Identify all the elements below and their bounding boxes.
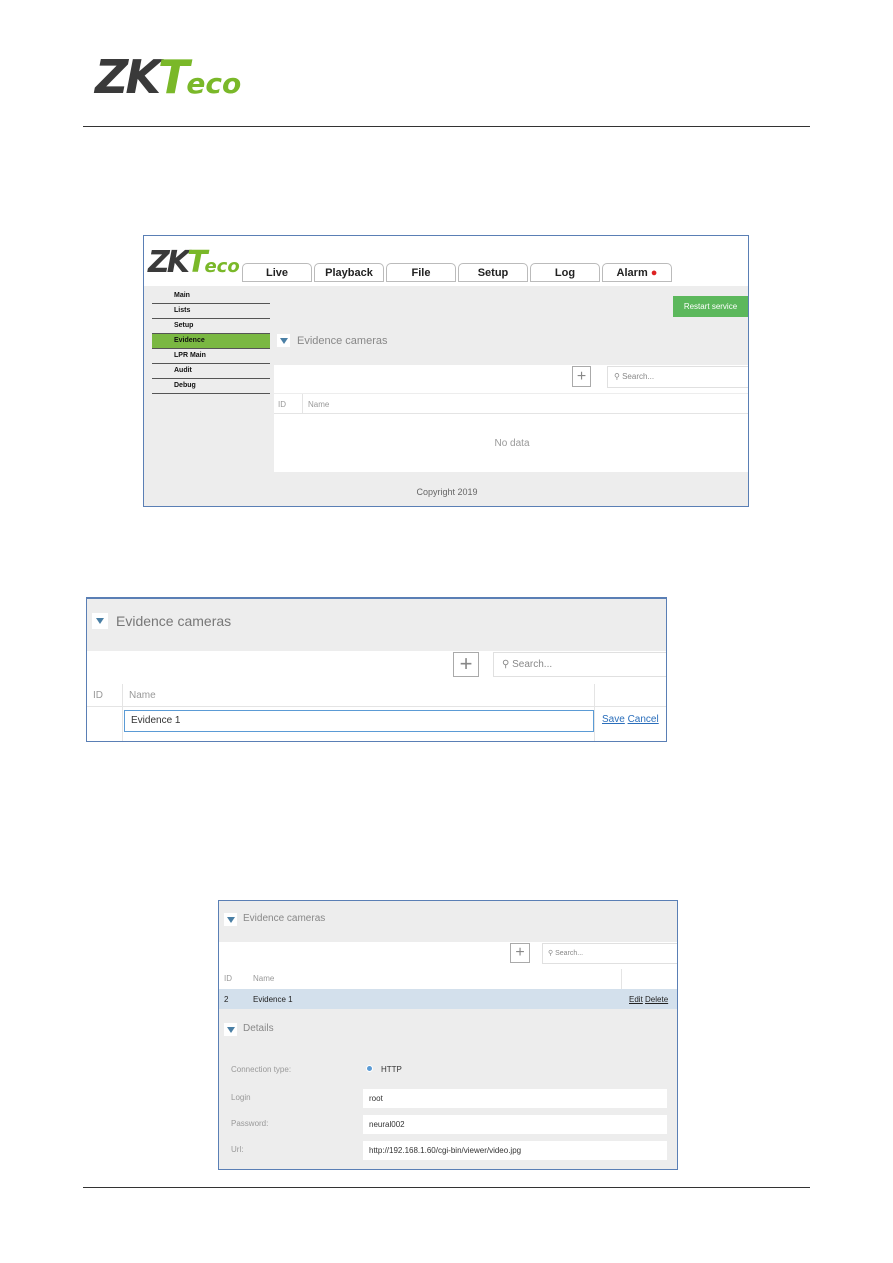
details-title: Details <box>243 1023 274 1034</box>
add-button[interactable]: + <box>510 943 530 963</box>
collapse-toggle[interactable] <box>277 334 290 347</box>
column-header-name: Name <box>129 690 156 701</box>
tab-alarm[interactable]: Alarm ● <box>602 263 672 282</box>
triangle-down-icon <box>226 916 235 923</box>
sidebar-item-main[interactable]: Main <box>152 289 270 304</box>
search-input[interactable]: ⚲ Search... <box>493 652 666 677</box>
row-id: 2 <box>224 995 229 1004</box>
login-input[interactable]: root <box>363 1089 667 1108</box>
screenshot-add-camera: Evidence cameras + ⚲ Search... ID Name E… <box>86 597 667 742</box>
alarm-siren-icon: ● <box>650 267 658 279</box>
connection-type-label: Connection type: <box>231 1065 292 1074</box>
data-table: ID Name No data <box>274 394 748 472</box>
footer-divider <box>83 1187 810 1188</box>
radio-selected-icon <box>366 1065 373 1072</box>
search-icon: ⚲ <box>502 659 510 670</box>
name-input[interactable]: Evidence 1 <box>124 710 594 732</box>
tab-setup[interactable]: Setup <box>458 263 528 282</box>
section-title: Evidence cameras <box>116 613 232 629</box>
edit-link[interactable]: Edit <box>629 995 643 1004</box>
triangle-down-icon <box>226 1026 235 1033</box>
tab-log[interactable]: Log <box>530 263 600 282</box>
section-title: Evidence cameras <box>297 335 388 347</box>
sidebar-item-lists[interactable]: Lists <box>152 304 270 319</box>
table-row[interactable]: 2 Evidence 1 Edit Delete <box>219 989 677 1009</box>
delete-link[interactable]: Delete <box>645 995 668 1004</box>
sidebar-item-lpr-main[interactable]: LPR Main <box>152 349 270 364</box>
screenshot-camera-details: Evidence cameras + ⚲ Search... ID Name 2… <box>218 900 678 1170</box>
url-input[interactable]: http://192.168.1.60/cgi-bin/viewer/video… <box>363 1141 667 1160</box>
column-header-name: Name <box>308 400 330 409</box>
row-name: Evidence 1 <box>253 995 293 1004</box>
password-label: Password: <box>231 1119 269 1128</box>
add-button[interactable]: + <box>453 652 479 677</box>
sidebar-item-setup[interactable]: Setup <box>152 319 270 334</box>
column-header-id: ID <box>224 974 232 983</box>
add-button[interactable]: + <box>572 366 591 387</box>
header-divider <box>83 126 810 127</box>
http-radio[interactable]: HTTP <box>366 1065 402 1074</box>
search-input[interactable]: ⚲ Search... <box>607 366 748 388</box>
tab-file[interactable]: File <box>386 263 456 282</box>
tab-live[interactable]: Live <box>242 263 312 282</box>
details-collapse-toggle[interactable] <box>224 1023 237 1036</box>
sidebar-item-audit[interactable]: Audit <box>152 364 270 379</box>
cancel-link[interactable]: Cancel <box>628 714 659 725</box>
collapse-toggle[interactable] <box>224 913 237 926</box>
data-table: ID Name 2 Evidence 1 Edit Delete <box>219 969 677 1009</box>
triangle-down-icon <box>279 337 288 344</box>
footer-copyright: Copyright 2019 <box>416 487 478 497</box>
column-header-id: ID <box>278 400 286 409</box>
search-icon: ⚲ <box>614 372 620 381</box>
search-input[interactable]: ⚲ Search... <box>542 943 677 964</box>
screenshot-main-evidence: ZKTeco Live Playback File Setup Log Alar… <box>143 235 749 507</box>
page-logo: ZKTeco <box>95 50 242 104</box>
column-header-id: ID <box>93 690 103 701</box>
section-title: Evidence cameras <box>243 913 326 924</box>
login-label: Login <box>231 1093 251 1102</box>
url-label: Url: <box>231 1145 244 1154</box>
password-input[interactable]: neural002 <box>363 1115 667 1134</box>
search-icon: ⚲ <box>548 950 554 957</box>
sidebar-item-evidence[interactable]: Evidence <box>152 334 270 349</box>
tab-playback[interactable]: Playback <box>314 263 384 282</box>
restart-service-button[interactable]: Restart service <box>673 296 748 317</box>
empty-state: No data <box>494 438 530 449</box>
triangle-down-icon <box>96 618 104 624</box>
column-header-name: Name <box>253 974 275 983</box>
data-table: ID Name Evidence 1 Save Cancel <box>87 684 666 741</box>
sidebar-item-debug[interactable]: Debug <box>152 379 270 394</box>
save-link[interactable]: Save <box>602 714 625 725</box>
app-logo: ZKTeco <box>148 245 240 280</box>
collapse-toggle[interactable] <box>92 613 108 629</box>
